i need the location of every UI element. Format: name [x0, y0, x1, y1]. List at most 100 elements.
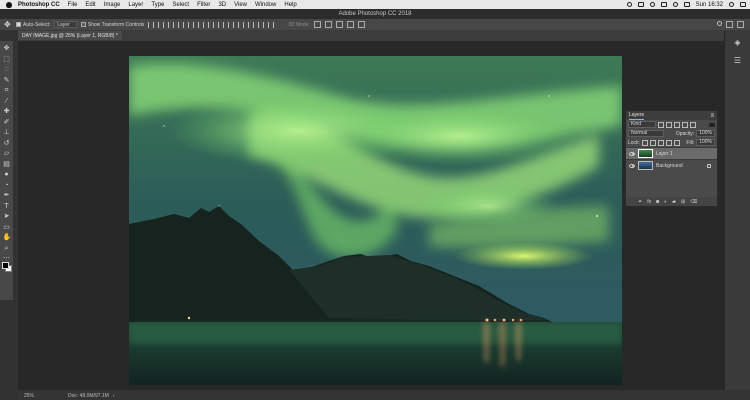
- share-icon[interactable]: [737, 21, 744, 28]
- document-tab[interactable]: DAY IMAGE.jpg @ 25% (Layer 1, RGB/8) *: [18, 31, 122, 40]
- wifi-icon[interactable]: [672, 2, 678, 7]
- auto-select-option[interactable]: Auto-Select:: [16, 22, 50, 28]
- foreground-color-swatch[interactable]: [2, 262, 9, 269]
- lock-all-icon[interactable]: [673, 139, 680, 146]
- link-icon[interactable]: ⚭: [638, 199, 642, 205]
- display-icon[interactable]: [637, 2, 644, 7]
- adjustment-icon[interactable]: ◐: [664, 199, 667, 205]
- 3d-roll-icon[interactable]: [324, 21, 332, 28]
- align-right-icon[interactable]: [198, 21, 205, 28]
- layer-row-background[interactable]: Background: [626, 159, 717, 171]
- shape-filter-icon[interactable]: [682, 121, 688, 128]
- auto-select-dropdown[interactable]: Layer: [54, 21, 77, 28]
- workspace-icon[interactable]: [726, 21, 733, 28]
- new-layer-icon[interactable]: ⊞: [681, 199, 685, 205]
- opacity-input[interactable]: 100%: [696, 130, 715, 137]
- learn-panel-icon[interactable]: ◈: [730, 36, 746, 48]
- align-top-icon[interactable]: [148, 21, 155, 28]
- notification-center-icon[interactable]: [740, 2, 746, 7]
- clone-stamp-tool-icon[interactable]: ⊥: [3, 129, 11, 137]
- rectangle-tool-icon[interactable]: ▭: [3, 224, 11, 232]
- distribute-hcenter-icon[interactable]: [248, 21, 255, 28]
- blend-mode-dropdown[interactable]: Normal: [628, 130, 664, 137]
- distribute-right-icon[interactable]: [258, 21, 265, 28]
- crop-tool-icon[interactable]: ⌗: [3, 87, 11, 95]
- marquee-tool-icon[interactable]: ⬚: [3, 56, 11, 64]
- move-tool-icon[interactable]: ✥: [4, 20, 12, 29]
- time-machine-icon[interactable]: [649, 2, 655, 7]
- menu-edit[interactable]: Edit: [85, 2, 95, 8]
- adjustment-filter-icon[interactable]: [666, 121, 672, 128]
- auto-align-icon[interactable]: [268, 21, 275, 28]
- folder-icon[interactable]: ▰: [672, 199, 676, 205]
- 3d-orbit-icon[interactable]: [313, 21, 321, 28]
- panel-menu-icon[interactable]: ≡: [710, 113, 714, 119]
- 3d-pan-icon[interactable]: [335, 21, 343, 28]
- lock-artboard-icon[interactable]: [665, 139, 672, 146]
- layers-tab[interactable]: Layers: [629, 112, 645, 120]
- menu-image[interactable]: Image: [104, 2, 121, 8]
- layer-filter-dropdown[interactable]: Kind: [628, 121, 656, 128]
- menu-select[interactable]: Select: [172, 2, 189, 8]
- blur-tool-icon[interactable]: ●: [3, 171, 11, 179]
- menu-app-name[interactable]: Photoshop CC: [18, 2, 60, 8]
- menu-view[interactable]: View: [234, 2, 247, 8]
- menu-file[interactable]: File: [68, 2, 78, 8]
- menu-filter[interactable]: Filter: [197, 2, 210, 8]
- aurora-image[interactable]: [129, 56, 622, 385]
- apple-icon[interactable]: [6, 1, 12, 8]
- menu-layer[interactable]: Layer: [128, 2, 143, 8]
- align-horizontal-center-icon[interactable]: [188, 21, 195, 28]
- distribute-left-icon[interactable]: [238, 21, 245, 28]
- zoom-level[interactable]: 25%: [24, 393, 48, 399]
- hand-tool-icon[interactable]: ✋: [3, 234, 12, 242]
- distribute-top-icon[interactable]: [208, 21, 215, 28]
- pixel-filter-icon[interactable]: [658, 121, 664, 128]
- fill-input[interactable]: 100%: [696, 139, 715, 146]
- pen-tool-icon[interactable]: ✒: [3, 192, 11, 200]
- mask-icon[interactable]: ◙: [656, 199, 659, 205]
- align-bottom-icon[interactable]: [168, 21, 175, 28]
- zoom-tool-icon[interactable]: ⌕: [3, 245, 11, 253]
- smart-object-filter-icon[interactable]: [690, 121, 696, 128]
- menu-3d[interactable]: 3D: [218, 2, 226, 8]
- menu-help[interactable]: Help: [284, 2, 296, 8]
- search-icon[interactable]: [717, 21, 722, 26]
- layer-row-layer-1[interactable]: Layer 1: [626, 147, 717, 159]
- battery-icon[interactable]: [683, 2, 690, 7]
- visibility-eye-icon[interactable]: [629, 151, 635, 156]
- lock-transparent-icon[interactable]: [641, 139, 648, 146]
- visibility-eye-icon[interactable]: [629, 163, 635, 168]
- 3d-slide-icon[interactable]: [346, 21, 354, 28]
- lock-image-icon[interactable]: [649, 139, 656, 146]
- bluetooth-icon[interactable]: [660, 2, 667, 7]
- lock-position-icon[interactable]: [657, 139, 664, 146]
- filter-toggle[interactable]: [709, 122, 715, 127]
- menu-type[interactable]: Type: [151, 2, 164, 8]
- healing-brush-tool-icon[interactable]: ✚: [3, 108, 11, 116]
- transform-controls-checkbox[interactable]: [80, 21, 86, 27]
- align-left-icon[interactable]: [178, 21, 185, 28]
- properties-panel-icon[interactable]: ☰: [730, 54, 746, 66]
- spotlight-icon[interactable]: [729, 2, 734, 7]
- dodge-tool-icon[interactable]: ◔: [3, 182, 11, 190]
- eraser-tool-icon[interactable]: ▱: [3, 150, 11, 158]
- fx-icon[interactable]: fx: [647, 199, 651, 205]
- trash-icon[interactable]: ⌫: [690, 199, 697, 205]
- eyedropper-tool-icon[interactable]: ⁄: [3, 98, 11, 106]
- quick-select-tool-icon[interactable]: ✎: [3, 77, 11, 85]
- clock[interactable]: Sun 16:32: [696, 2, 723, 8]
- type-filter-icon[interactable]: [674, 121, 680, 128]
- brush-tool-icon[interactable]: ✐: [3, 119, 11, 127]
- path-selection-tool-icon[interactable]: ➤: [3, 213, 11, 221]
- distribute-center-icon[interactable]: [218, 21, 225, 28]
- move-tool-icon[interactable]: ✥: [3, 45, 11, 53]
- status-menu-arrow-icon[interactable]: ›: [113, 393, 115, 399]
- auto-select-checkbox[interactable]: [16, 21, 21, 27]
- align-vertical-center-icon[interactable]: [158, 21, 165, 28]
- distribute-bottom-icon[interactable]: [228, 21, 235, 28]
- history-brush-tool-icon[interactable]: ↺: [3, 140, 11, 148]
- creative-cloud-icon[interactable]: [626, 2, 632, 7]
- lasso-tool-icon[interactable]: ◌: [3, 66, 11, 74]
- gradient-tool-icon[interactable]: ▤: [3, 161, 11, 169]
